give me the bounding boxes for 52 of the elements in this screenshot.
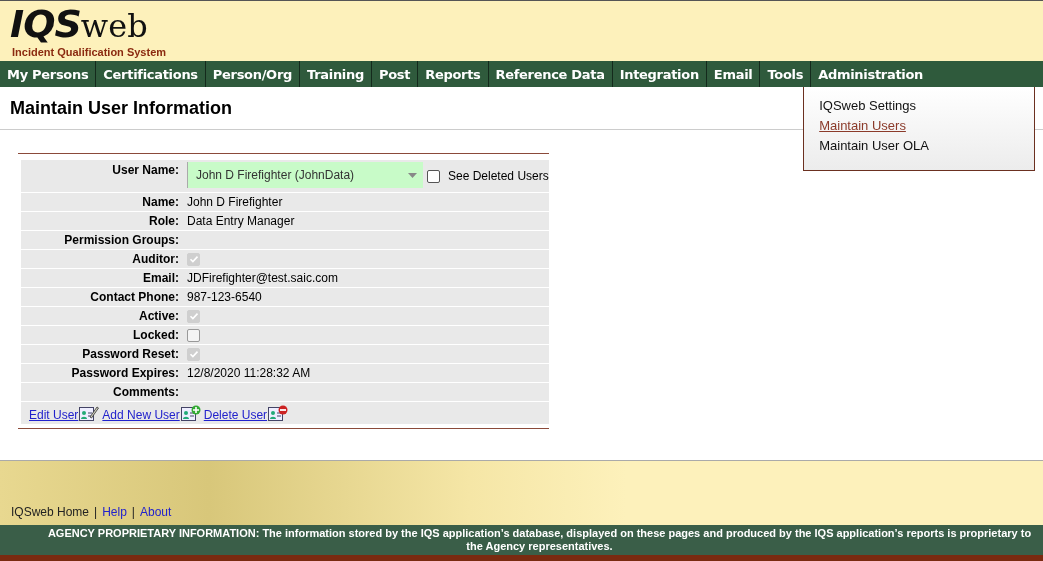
nav-item[interactable]: Post [371,61,419,87]
separator: | [94,505,98,519]
field-label: Auditor: [131,252,180,266]
field-label: Role: [148,214,180,228]
field-label: Name: [141,195,180,209]
action-link[interactable]: Add New User [102,407,180,422]
field-label: Active: [138,309,180,323]
separator: | [131,505,135,519]
logo-mark: IQS [10,4,81,44]
nav-item[interactable]: My Persons [0,61,97,87]
footer-link[interactable]: Help [102,505,127,519]
checkbox[interactable] [427,169,440,183]
logo-tagline: Incident Qualification System [12,46,167,58]
field-label: Email: [142,271,180,285]
field-label: Comments: [112,385,180,399]
checkbox[interactable] [187,328,200,342]
notice-text: AGENCY PROPRIETARY INFORMATION: The information stored by the IQS application’s database, displayed on these pages and produced by the IQS application’s reports is proprietary to the Agency representatives. [46,527,1033,553]
nav-item[interactable]: Person/Org [205,61,300,87]
page-title: Maintain User Information [10,97,233,119]
field-label: Permission Groups: [63,233,180,247]
menu-item[interactable]: Maintain Users [819,116,906,136]
field-label: User Name: [111,162,180,177]
field-value: 987-123-6540 [187,290,262,304]
field-label: Locked: [132,328,180,342]
nav-item[interactable]: Administration [811,61,931,87]
nav-item[interactable]: Training [300,61,372,87]
select-value: John D Firefighter (JohnData) [196,168,355,182]
logo-text: web [80,6,148,46]
user-edit-icon[interactable] [79,404,100,422]
action-link[interactable]: Edit User [29,407,79,422]
field-value: JDFirefighter@test.saic.com [187,271,338,285]
nav-item[interactable]: Integration [612,61,707,87]
checkbox-label: See Deleted Users [448,169,549,183]
user-add-icon[interactable] [180,404,201,422]
user-remove-icon[interactable] [268,404,289,422]
action-link[interactable]: Delete User [203,407,268,422]
menu-item[interactable]: IQSweb Settings [819,96,916,116]
footer-link[interactable]: About [139,505,172,519]
nav-item[interactable]: Reports [418,61,489,87]
caret-icon [408,172,417,178]
user-select[interactable]: John D Firefighter (JohnData) [187,162,423,188]
field-value: 12/8/2020 11:28:32 AM [187,366,311,380]
nav-item[interactable]: Reference Data [488,61,613,87]
menu-item[interactable]: Maintain User OLA [819,136,929,156]
nav-item[interactable]: Certifications [96,61,206,87]
field-label: Contact Phone: [89,290,180,304]
footer-link[interactable]: IQSweb Home [11,505,90,519]
field-label: Password Reset: [81,347,180,361]
field-label: Password Expires: [70,366,180,380]
nav-item[interactable]: Email [706,61,761,87]
field-value: John D Firefighter [187,195,283,209]
field-value: Data Entry Manager [187,214,295,228]
